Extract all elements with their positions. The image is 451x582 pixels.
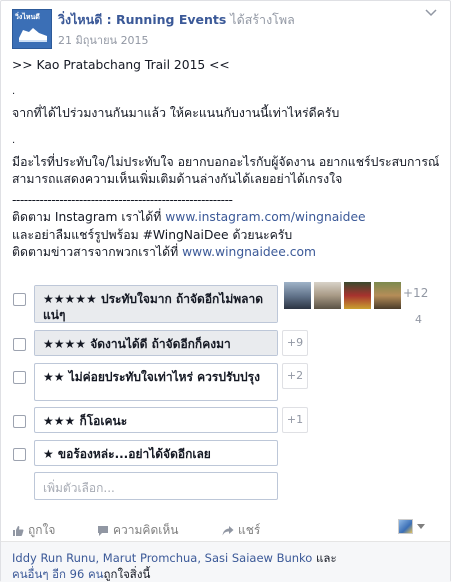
voter-avatar[interactable] xyxy=(313,281,342,310)
poll-option-checkbox[interactable] xyxy=(13,448,26,461)
poll-voters: +12 4 xyxy=(283,281,443,326)
more-voters-count[interactable]: +12 xyxy=(403,286,428,300)
poll-option-label: ★ ขอร้องหล่ะ...อย่าได้จัดอีกเลย xyxy=(43,447,211,461)
posting-as-selector[interactable] xyxy=(398,519,425,534)
website-link[interactable]: www.wingnaidee.com xyxy=(182,245,316,259)
other-likers-link[interactable]: คนอื่นๆ อีก 96 คน xyxy=(12,567,104,581)
body-separator: ----------------------------------------… xyxy=(12,193,233,208)
poll-option-checkbox[interactable] xyxy=(13,415,26,428)
poll-option-count[interactable]: +1 xyxy=(282,407,308,433)
poll-option-label-box[interactable]: ★ ขอร้องหล่ะ...อย่าได้จัดอีกเลย xyxy=(34,440,278,466)
page-name-link[interactable]: วิ่งไหนดี : Running Events xyxy=(58,12,226,27)
likers-and: และ xyxy=(312,551,337,565)
share-button[interactable]: แชร์ xyxy=(222,521,260,540)
poll-option-label-box[interactable]: ★★★ ก็โอเคนะ xyxy=(34,407,278,433)
posting-as-avatar xyxy=(398,519,413,534)
post-action-text: ได้สร้างโพล xyxy=(230,12,295,27)
post-card: วิ่งไหนดี วิ่งไหนดี : Running Events ได้… xyxy=(0,0,451,582)
poll-option-count[interactable]: +2 xyxy=(282,363,308,389)
website-line: ติดตามข่าวสารจากพวกเราได้ที่ www.wingnai… xyxy=(12,245,316,260)
voter-avatar[interactable] xyxy=(283,281,312,310)
share-label: แชร์ xyxy=(238,523,261,537)
body-paragraph-2: มีอะไรที่ประทับใจ/ไม่ประทับใจ อยากบอกอะไ… xyxy=(12,154,444,186)
chevron-down-icon[interactable] xyxy=(424,9,438,19)
avatar-logo-text: วิ่งไหนดี xyxy=(15,13,40,21)
post-header: วิ่งไหนดี วิ่งไหนดี : Running Events ได้… xyxy=(12,9,440,49)
share-icon xyxy=(222,525,234,537)
body-dot: . xyxy=(12,86,16,98)
body-dot: . xyxy=(12,134,16,146)
like-button[interactable]: ถูกใจ xyxy=(12,521,55,540)
likes-summary: Iddy Run Runu, Marut Promchua, Sasi Saia… xyxy=(1,541,450,582)
likes-suffix: ถูกใจสิ่งนี้ xyxy=(103,567,151,581)
body-paragraph-1: จากที่ได้ไปร่วมงานกันมาแล้ว ให้คะแนนกับง… xyxy=(12,106,340,121)
comment-button[interactable]: ความคิดเห็น xyxy=(97,521,178,540)
caret-down-icon xyxy=(417,523,425,529)
instagram-link[interactable]: www.instagram.com/wingnaidee xyxy=(165,210,365,224)
like-label: ถูกใจ xyxy=(28,523,56,537)
likers-names-link[interactable]: Iddy Run Runu, Marut Promchua, Sasi Saia… xyxy=(12,551,312,565)
body-heading: >> Kao Pratabchang Trail 2015 << xyxy=(12,58,230,72)
share-line: และอย่าลืมแชร์รูปพร้อม #WingNaiDee ด้วยน… xyxy=(12,227,293,242)
voter-avatar[interactable] xyxy=(343,281,372,310)
voter-avatar[interactable] xyxy=(373,281,402,310)
post-date[interactable]: 21 มิถุนายน 2015 xyxy=(58,31,149,49)
poll-option-label-box[interactable]: ★★★★★ ประทับใจมาก ถ้าจัดอีกไม่พลาดแน่ๆ xyxy=(34,285,278,323)
post-actions: ถูกใจ ความคิดเห็น แชร์ xyxy=(12,519,440,537)
poll-option-label: ★★★ ก็โอเคนะ xyxy=(43,414,128,428)
post-title: วิ่งไหนดี : Running Events ได้สร้างโพล xyxy=(58,10,295,30)
poll-option-checkbox[interactable] xyxy=(13,293,26,306)
comment-icon xyxy=(97,525,109,537)
poll-option-label: ★★ ไม่ค่อยประทับใจเท่าไหร่ ควรปรับปรุง xyxy=(43,370,260,384)
poll-option-label-box[interactable]: ★★★★ จัดงานได้ดี ถ้าจัดอีกก็คงมา xyxy=(34,330,278,356)
poll-option-label-box[interactable]: ★★ ไม่ค่อยประทับใจเท่าไหร่ ควรปรับปรุง xyxy=(34,363,278,401)
poll-option-label: ★★★★ จัดงานได้ดี ถ้าจัดอีกก็คงมา xyxy=(43,337,231,351)
comment-label: ความคิดเห็น xyxy=(113,523,179,537)
running-shoe-icon xyxy=(19,28,47,42)
add-option-input[interactable]: เพิ่มตัวเลือก... xyxy=(34,472,278,500)
poll-option-checkbox[interactable] xyxy=(13,338,26,351)
post-body: >> Kao Pratabchang Trail 2015 << . จากที… xyxy=(12,57,444,261)
page-avatar[interactable]: วิ่งไหนดี xyxy=(12,9,52,49)
poll-option-checkbox[interactable] xyxy=(13,371,26,384)
instagram-line: ติดตาม Instagram เราได้ที่ www.instagram… xyxy=(12,210,366,225)
vote-total: 4 xyxy=(415,313,422,326)
thumbs-up-icon xyxy=(12,525,24,537)
poll-option-count[interactable]: +9 xyxy=(282,330,308,356)
